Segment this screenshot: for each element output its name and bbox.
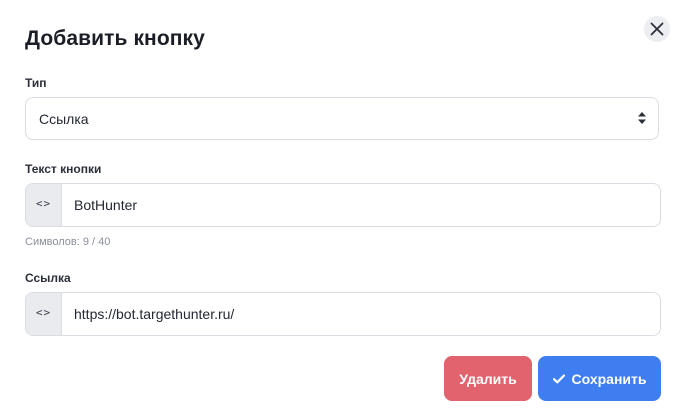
type-label: Тип [25,76,47,90]
link-label: Ссылка [25,271,71,285]
dialog-title: Добавить кнопку [25,27,205,50]
select-arrows-icon [638,112,646,124]
code-addon: <> [26,184,62,226]
link-field: <> [25,292,661,336]
code-icon: <> [35,306,52,319]
type-select[interactable]: Ссылка [25,97,659,140]
code-icon: <> [35,197,52,210]
link-input[interactable] [74,293,644,335]
close-button[interactable] [644,16,670,42]
close-icon [650,22,664,36]
delete-button[interactable]: Удалить [444,356,532,401]
delete-button-label: Удалить [459,370,517,387]
code-addon: <> [26,293,62,335]
type-select-value: Ссылка [39,111,89,127]
button-text-input[interactable] [74,184,644,226]
char-counter: Символов: 9 / 40 [25,236,111,248]
save-button-label: Сохранить [571,370,647,387]
button-text-label: Текст кнопки [25,162,102,176]
save-button[interactable]: Сохранить [538,356,661,401]
check-icon [552,373,565,384]
add-button-dialog: Добавить кнопку Тип Ссылка Текст кнопки … [0,0,686,416]
button-text-field: <> [25,183,661,227]
